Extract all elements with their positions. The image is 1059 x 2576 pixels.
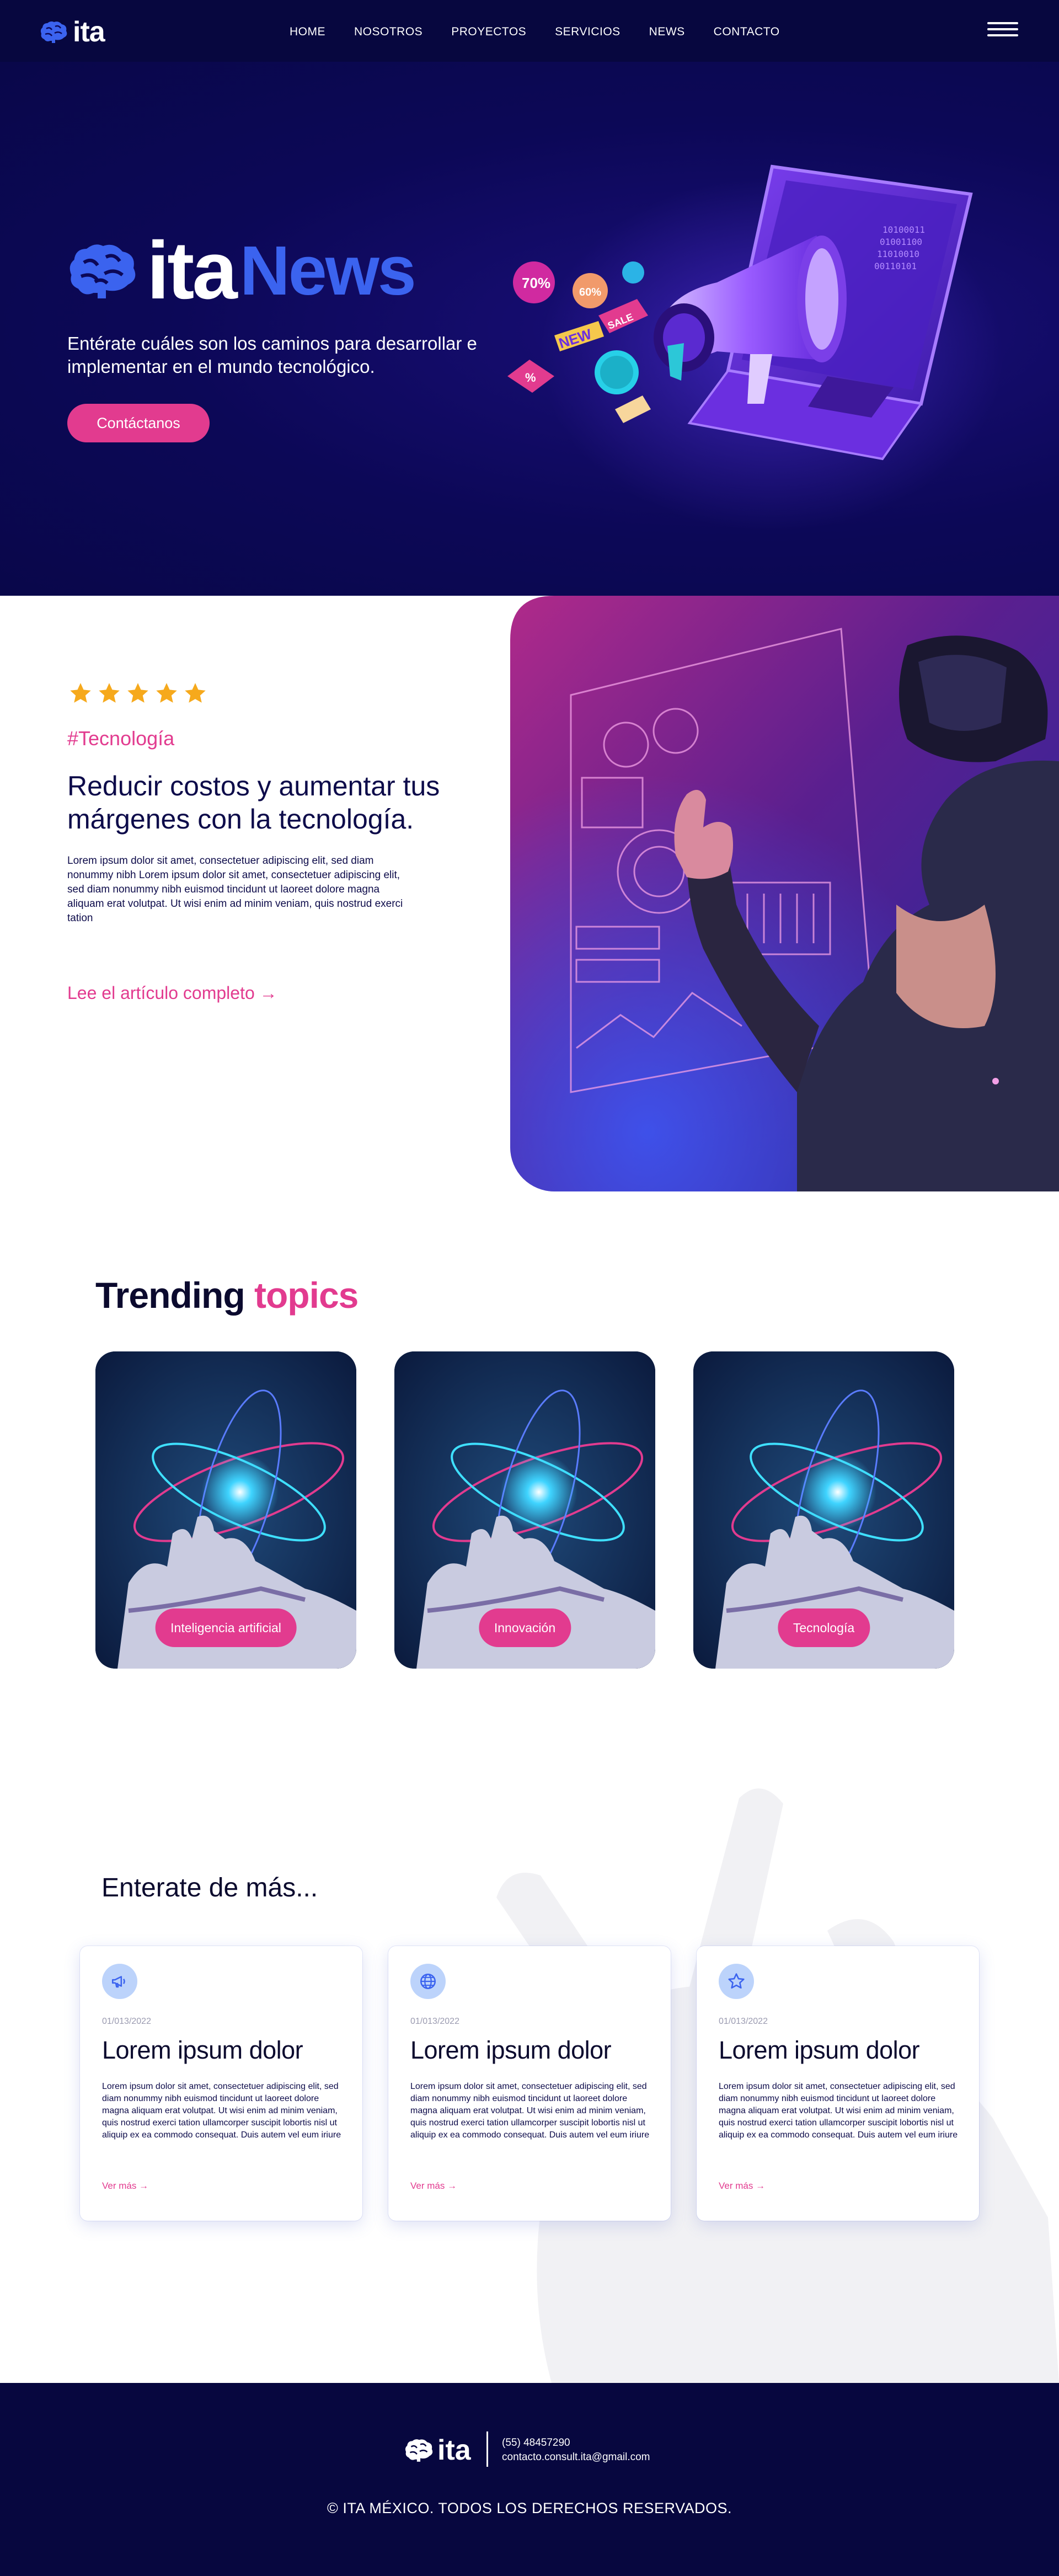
see-more-link[interactable]: Ver más → — [410, 2180, 457, 2192]
svg-text:00110101: 00110101 — [874, 261, 917, 271]
hamburger-menu-icon[interactable] — [987, 22, 1018, 36]
nav-home[interactable]: HOME — [290, 25, 325, 39]
globe-icon — [410, 1964, 446, 1999]
brain-logo-icon — [69, 244, 136, 298]
topic-card-technology[interactable]: Tecnología — [693, 1351, 954, 1669]
news-card[interactable]: 01/013/2022 Lorem ipsum dolor Lorem ipsu… — [388, 1946, 671, 2221]
topic-label[interactable]: Tecnología — [777, 1608, 870, 1647]
see-more-link[interactable]: Ver más → — [102, 2180, 148, 2192]
footer-copyright: © ITA MÉXICO. TODOS LOS DERECHOS RESERVA… — [327, 2500, 732, 2516]
megaphone-laptop-illustration: 10100011 01001100 11010010 00110101 70% 60%… — [507, 164, 1004, 531]
footer-divider — [486, 2431, 488, 2467]
news-date: 01/013/2022 — [719, 2017, 768, 2026]
article-title: Reducir costos y aumentar tus márgenes c… — [67, 771, 440, 835]
news-card[interactable]: 01/013/2022 Lorem ipsum dolor Lorem ipsu… — [697, 1946, 979, 2221]
article-excerpt: Lorem ipsum dolor sit amet, consectetuer… — [67, 855, 403, 924]
news-card[interactable]: 01/013/2022 Lorem ipsum dolor Lorem ipsu… — [80, 1946, 362, 2221]
badge-percent: % — [525, 371, 536, 384]
article-tag[interactable]: #Tecnología — [67, 727, 174, 750]
badge-60-percent: 60% — [579, 286, 601, 298]
brain-logo-icon — [40, 21, 67, 43]
footer-logo-wordmark: ita — [437, 2434, 471, 2466]
svg-text:10100011: 10100011 — [882, 225, 925, 235]
topic-card-innovation[interactable]: Innovación — [394, 1351, 655, 1669]
topic-label[interactable]: Inteligencia artificial — [155, 1608, 297, 1647]
main-menu: HOME NOSOTROS PROYECTOS SERVICIOS NEWS C… — [290, 25, 809, 39]
trending-heading-main: Trending — [95, 1275, 245, 1316]
hero-brand-name: ita — [147, 225, 238, 316]
svg-text:11010010: 11010010 — [877, 249, 919, 259]
star-icon — [99, 683, 120, 703]
featured-article: #Tecnología Reducir costos y aumentar tu… — [0, 596, 1059, 1191]
star-icon — [719, 1964, 754, 1999]
hero-brand-news: News — [239, 232, 416, 309]
svg-text:01001100: 01001100 — [880, 237, 922, 247]
logo-wordmark: ita — [73, 16, 105, 48]
nav-servicios[interactable]: SERVICIOS — [555, 25, 620, 39]
news-excerpt: Lorem ipsum dolor sit amet, consectetuer… — [102, 2082, 341, 2140]
vr-user-illustration — [510, 596, 1059, 1191]
star-icon — [127, 683, 148, 703]
star-icon — [156, 683, 177, 703]
megaphone-icon — [102, 1964, 137, 1999]
hero-subtitle: Entérate cuáles son los caminos para des… — [67, 333, 477, 377]
top-navbar: ita HOME NOSOTROS PROYECTOS SERVICIOS NE… — [0, 0, 1059, 62]
nav-news[interactable]: NEWS — [649, 25, 685, 39]
nav-contacto[interactable]: CONTACTO — [714, 25, 780, 39]
news-title: Lorem ipsum dolor — [719, 2036, 920, 2064]
nav-proyectos[interactable]: PROYECTOS — [451, 25, 526, 39]
rating-stars — [68, 681, 207, 706]
read-full-article-link[interactable]: Lee el artículo completo → — [67, 983, 277, 1003]
news-excerpt: Lorem ipsum dolor sit amet, consectetuer… — [410, 2082, 650, 2140]
news-excerpt: Lorem ipsum dolor sit amet, consectetuer… — [719, 2082, 958, 2140]
star-icon — [70, 683, 91, 703]
site-footer: ita (55) 48457290 contacto.consult.ita@g… — [0, 2383, 1059, 2576]
footer-phone[interactable]: (55) 48457290 — [502, 2437, 570, 2449]
more-news-heading: Enterate de más... — [101, 1873, 318, 1902]
footer-logo[interactable]: ita — [404, 2434, 471, 2467]
star-icon — [185, 683, 206, 703]
site-logo[interactable]: ita — [40, 15, 105, 49]
contact-button[interactable]: Contáctanos — [67, 404, 210, 442]
see-more-link[interactable]: Ver más → — [719, 2180, 765, 2192]
hero-brand-heading: ita News — [67, 225, 416, 316]
news-title: Lorem ipsum dolor — [410, 2036, 612, 2064]
news-title: Lorem ipsum dolor — [102, 2036, 303, 2064]
trending-heading: Trending topics — [95, 1274, 359, 1316]
topic-label[interactable]: Innovación — [478, 1608, 571, 1647]
footer-email[interactable]: contacto.consult.ita@gmail.com — [502, 2451, 650, 2463]
trending-heading-accent: topics — [254, 1275, 359, 1316]
news-date: 01/013/2022 — [102, 2017, 151, 2026]
nav-nosotros[interactable]: NOSOTROS — [354, 25, 422, 39]
badge-70-percent: 70% — [522, 275, 550, 291]
news-date: 01/013/2022 — [410, 2017, 459, 2026]
brain-logo-icon — [405, 2439, 433, 2462]
hero-section: ita News Entérate cuáles son los caminos… — [0, 62, 1059, 596]
topic-card-ai[interactable]: Inteligencia artificial — [95, 1351, 356, 1669]
vr-hud-image — [510, 596, 1059, 1191]
